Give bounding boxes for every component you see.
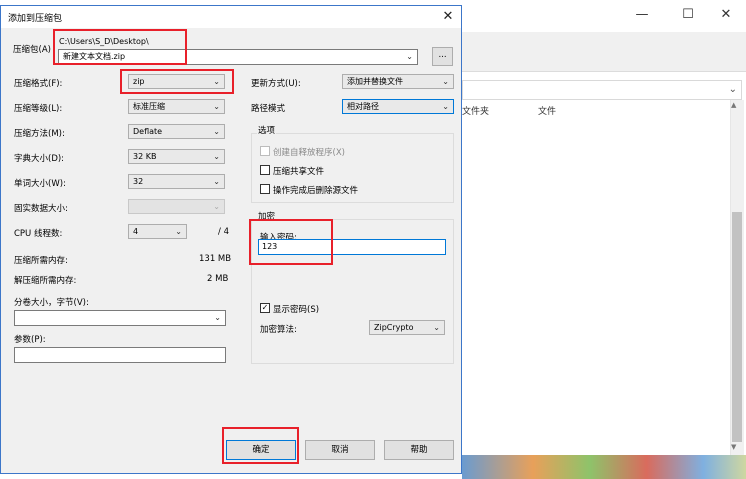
- chevron-down-icon[interactable]: ⌄: [442, 100, 449, 113]
- encryption-method-value: ZipCrypto: [374, 323, 414, 332]
- show-password-label[interactable]: 显示密码(S): [273, 303, 319, 315]
- path-mode-value: 相对路径: [347, 102, 379, 111]
- annotation-box-archive: [53, 29, 187, 65]
- maximize-icon[interactable]: ☐: [668, 0, 708, 30]
- sfx-label: 创建自释放程序(X): [273, 148, 345, 158]
- encryption-method-combo[interactable]: ZipCrypto ⌄: [369, 320, 445, 335]
- dict-size-value: 32 KB: [133, 152, 157, 161]
- chevron-down-icon[interactable]: ⌄: [213, 150, 220, 163]
- method-combo[interactable]: Deflate ⌄: [128, 124, 225, 139]
- annotation-box-format: [120, 69, 234, 94]
- threads-max: / 4: [218, 227, 229, 237]
- shared-files-checkbox[interactable]: [260, 165, 270, 175]
- mem-compress-label: 压缩所需内存:: [14, 256, 68, 266]
- chevron-down-icon[interactable]: ⌄: [213, 100, 220, 113]
- mem-decompress-value: 2 MB: [207, 274, 229, 284]
- show-password-checkbox[interactable]: ✓: [260, 303, 270, 313]
- word-size-value: 32: [133, 177, 144, 186]
- params-input[interactable]: [14, 347, 226, 363]
- level-value: 标准压缩: [133, 102, 165, 111]
- scrollbar-thumb[interactable]: [732, 212, 742, 442]
- dict-size-label: 字典大小(D):: [14, 154, 65, 164]
- threads-value: 4: [133, 227, 139, 236]
- chevron-down-icon[interactable]: ⌄: [406, 50, 413, 63]
- check-mark-icon: ✓: [261, 303, 269, 312]
- chevron-down-icon[interactable]: ⌄: [214, 311, 221, 324]
- delete-after-label[interactable]: 操作完成后删除源文件: [273, 184, 358, 196]
- level-combo[interactable]: 标准压缩 ⌄: [128, 99, 225, 114]
- chevron-down-icon[interactable]: ⌄: [729, 84, 737, 95]
- sfx-checkbox: [260, 146, 270, 156]
- threads-label: CPU 线程数:: [14, 229, 63, 239]
- path-mode-label: 路径模式: [251, 104, 286, 114]
- delete-after-checkbox[interactable]: [260, 184, 270, 194]
- annotation-box-password: [249, 219, 333, 265]
- chevron-down-icon[interactable]: ⌄: [442, 75, 449, 88]
- background-titlebar: — ☐ ✕: [462, 0, 746, 32]
- path-mode-combo[interactable]: 相对路径 ⌄: [342, 99, 454, 114]
- scroll-up-icon[interactable]: ▲: [731, 101, 736, 109]
- file-list[interactable]: [462, 100, 730, 455]
- chevron-down-icon[interactable]: ⌄: [213, 175, 220, 188]
- update-mode-combo[interactable]: 添加并替换文件 ⌄: [342, 74, 454, 89]
- desktop-wallpaper: [462, 455, 746, 479]
- browse-button[interactable]: ...: [432, 47, 453, 66]
- scroll-down-icon[interactable]: ▼: [731, 443, 736, 451]
- column-header-folder[interactable]: 文件夹: [462, 104, 489, 117]
- encryption-method-label: 加密算法:: [260, 325, 297, 335]
- solid-size-label: 固实数据大小:: [14, 204, 68, 214]
- chevron-down-icon[interactable]: ⌄: [175, 225, 182, 238]
- column-header-file[interactable]: 文件: [538, 104, 556, 117]
- mem-compress-value: 131 MB: [199, 254, 232, 264]
- mem-decompress-label: 解压缩所需内存:: [14, 276, 77, 286]
- address-bar[interactable]: ⌄: [462, 80, 742, 100]
- close-icon[interactable]: ✕: [437, 8, 459, 26]
- chevron-down-icon[interactable]: ⌄: [433, 321, 440, 334]
- solid-size-combo: ⌄: [128, 199, 225, 214]
- split-label: 分卷大小，字节(V):: [14, 298, 89, 308]
- word-size-combo[interactable]: 32 ⌄: [128, 174, 225, 189]
- method-value: Deflate: [133, 127, 163, 136]
- annotation-box-ok: [222, 427, 299, 464]
- dialog-titlebar[interactable]: 添加到压缩包 ✕: [1, 6, 461, 28]
- minimize-icon[interactable]: —: [622, 0, 662, 30]
- close-icon[interactable]: ✕: [706, 0, 746, 30]
- threads-combo[interactable]: 4 ⌄: [128, 224, 187, 239]
- chevron-down-icon: ⌄: [213, 202, 220, 211]
- chevron-down-icon[interactable]: ⌄: [213, 125, 220, 138]
- method-label: 压缩方法(M):: [14, 129, 65, 139]
- params-label: 参数(P):: [14, 335, 46, 345]
- archive-label: 压缩包(A): [13, 45, 51, 55]
- update-mode-label: 更新方式(U):: [251, 79, 301, 89]
- help-button[interactable]: 帮助: [384, 440, 454, 460]
- shared-files-label[interactable]: 压缩共享文件: [273, 165, 324, 177]
- dict-size-combo[interactable]: 32 KB ⌄: [128, 149, 225, 164]
- split-size-combo[interactable]: ⌄: [14, 310, 226, 326]
- cancel-button[interactable]: 取消: [305, 440, 375, 460]
- format-label: 压缩格式(F):: [14, 79, 63, 89]
- dialog-title: 添加到压缩包: [8, 14, 63, 24]
- word-size-label: 单词大小(W):: [14, 179, 66, 189]
- update-mode-value: 添加并替换文件: [347, 77, 403, 86]
- options-title: 选项: [257, 124, 277, 136]
- background-ribbon: [462, 32, 746, 72]
- level-label: 压缩等级(L):: [14, 104, 63, 114]
